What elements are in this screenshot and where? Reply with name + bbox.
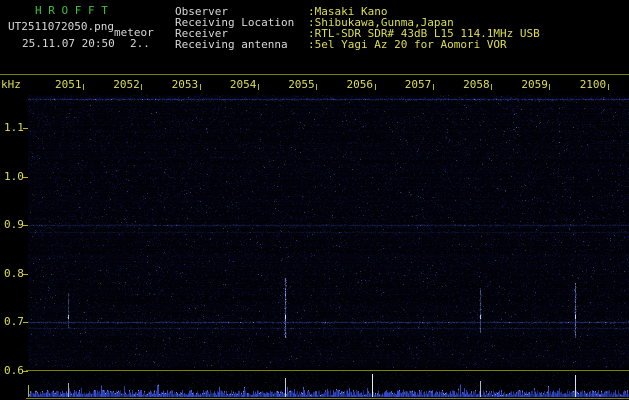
freq-tick-label: 0.6: [4, 365, 24, 376]
time-tick-mark: [433, 84, 434, 90]
time-tick-mark: [375, 84, 376, 90]
app-title: H R O F F T: [35, 5, 108, 16]
time-tick-mark: [549, 84, 550, 90]
observation-datetime: 25.11.07 20:50: [22, 38, 115, 49]
level-strip-left-tick: [28, 385, 29, 397]
header-separator-line: [0, 74, 629, 75]
time-tick-label: 2059: [521, 79, 548, 90]
spectrogram: [28, 95, 629, 368]
time-tick-mark: [141, 84, 142, 90]
time-tick-mark: [200, 84, 201, 90]
time-tick-mark: [608, 84, 609, 90]
status-text: 2..: [130, 38, 150, 49]
freq-tick-label: 0.9: [4, 219, 24, 230]
freq-axis-unit: kHz: [1, 79, 21, 90]
time-tick-label: 2100: [580, 79, 607, 90]
time-tick-mark: [491, 84, 492, 90]
signal-level-strip: [28, 372, 629, 397]
freq-tick-label: 0.8: [4, 268, 24, 279]
time-tick-label: 2052: [113, 79, 140, 90]
output-filename: UT2511072050.png: [8, 21, 114, 32]
info-label-antenna: Receiving antenna: [175, 39, 288, 50]
time-tick-mark: [316, 84, 317, 90]
freq-tick-label: 1.0: [4, 171, 24, 182]
spectrogram-bottom-line: [26, 370, 629, 371]
time-tick-label: 2053: [172, 79, 199, 90]
time-tick-label: 2058: [463, 79, 490, 90]
freq-tick-label: 1.1: [4, 122, 24, 133]
info-value-antenna: :5el Yagi Az 20 for Aomori VOR: [308, 39, 507, 50]
time-tick-mark: [83, 84, 84, 90]
freq-tick-label: 0.7: [4, 316, 24, 327]
bottom-border-line: [26, 398, 629, 399]
hrofft-screen: H R O F F T UT2511072050.png meteor 25.1…: [0, 0, 629, 400]
time-tick-mark: [258, 84, 259, 90]
time-tick-label: 2057: [405, 79, 432, 90]
time-tick-label: 2054: [230, 79, 257, 90]
time-tick-label: 2055: [288, 79, 315, 90]
time-tick-label: 2051: [55, 79, 82, 90]
time-tick-label: 2056: [347, 79, 374, 90]
